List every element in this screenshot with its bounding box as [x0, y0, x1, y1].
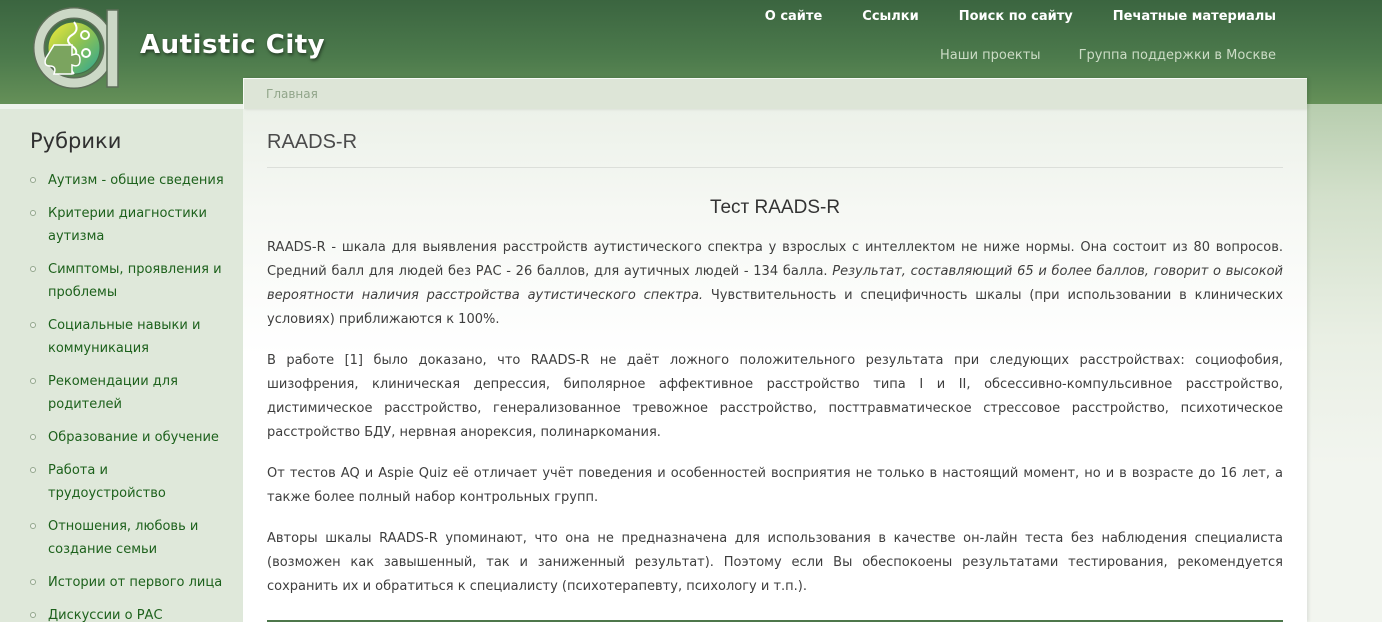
nav-about[interactable]: О сайте [765, 9, 823, 24]
main-content: RAADS-R Тест RAADS-R RAADS-R - шкала для… [243, 109, 1307, 622]
sidebar-item-parent-recommendations[interactable]: Рекомендации для родителей [30, 370, 229, 416]
sidebar-item-first-person-stories[interactable]: Истории от первого лица [30, 571, 229, 594]
bullet-icon [30, 378, 36, 384]
bullet-icon [30, 523, 36, 529]
sidebar-item-symptoms[interactable]: Симптомы, проявления и проблемы [30, 258, 229, 304]
paragraph-comparison: От тестов AQ и Aspie Quiz её отличает уч… [267, 466, 1283, 505]
nav-links[interactable]: Ссылки [862, 9, 918, 24]
sidebar-item-label[interactable]: Аутизм - общие сведения [48, 173, 224, 188]
sidebar-item-label[interactable]: Отношения, любовь и создание семьи [48, 519, 198, 557]
sidebar-item-autism-general[interactable]: Аутизм - общие сведения [30, 169, 229, 192]
breadcrumb: Главная [243, 78, 1307, 109]
sidebar-item-social-skills[interactable]: Социальные навыки и коммуникация [30, 314, 229, 360]
bullet-icon [30, 322, 36, 328]
sidebar-item-diagnostic-criteria[interactable]: Критерии диагностики аутизма [30, 202, 229, 248]
sidebar-item-label[interactable]: Работа и трудоустройство [48, 463, 166, 501]
site-title[interactable]: Autistic City [140, 30, 325, 60]
sidebar-title: Рубрики [30, 129, 122, 153]
article-title: Тест RAADS-R [709, 197, 841, 218]
sidebar-item-label[interactable]: Образование и обучение [48, 430, 219, 445]
paragraph-disclaimer: Авторы шкалы RAADS-R упоминают, что она … [267, 531, 1283, 594]
top-navigation: О сайте Ссылки Поиск по сайту Печатные м… [765, 9, 1276, 24]
nav-printed-materials[interactable]: Печатные материалы [1113, 9, 1276, 24]
nav-moscow-support-group[interactable]: Группа поддержки в Москве [1079, 48, 1276, 63]
page-title: RAADS-R [267, 109, 1283, 168]
bullet-icon [30, 177, 36, 183]
nav-our-projects[interactable]: Наши проекты [940, 48, 1041, 63]
sidebar-item-label[interactable]: Критерии диагностики аутизма [48, 206, 207, 244]
sidebar-item-education[interactable]: Образование и обучение [30, 426, 229, 449]
paragraph-intro: RAADS-R - шкала для выявления расстройст… [267, 236, 1283, 332]
sidebar-item-relationships[interactable]: Отношения, любовь и создание семьи [30, 515, 229, 561]
sidebar-list: Аутизм - общие сведения Критерии диагнос… [30, 169, 229, 622]
sidebar-item-asd-discussions[interactable]: Дискуссии о РАС [30, 604, 229, 622]
sidebar-item-employment[interactable]: Работа и трудоустройство [30, 459, 229, 505]
bullet-icon [30, 434, 36, 440]
bullet-icon [30, 266, 36, 272]
site-logo[interactable] [30, 5, 131, 97]
bullet-icon [30, 210, 36, 216]
sidebar: Рубрики Аутизм - общие сведения Критерии… [0, 104, 243, 622]
sidebar-item-label[interactable]: Симптомы, проявления и проблемы [48, 262, 222, 300]
sidebar-item-label[interactable]: Рекомендации для родителей [48, 374, 178, 412]
sidebar-item-label[interactable]: Социальные навыки и коммуникация [48, 318, 200, 356]
puzzle-a-logo-icon [33, 7, 119, 89]
paragraph-study: В работе [1] было доказано, что RAADS-R … [267, 353, 1283, 440]
sidebar-item-label[interactable]: Дискуссии о РАС [48, 608, 163, 622]
bullet-icon [30, 579, 36, 585]
breadcrumb-home-link[interactable]: Главная [266, 87, 318, 101]
bullet-icon [30, 467, 36, 473]
nav-site-search[interactable]: Поиск по сайту [959, 9, 1073, 24]
sidebar-item-label[interactable]: Истории от первого лица [48, 575, 222, 590]
bullet-icon [30, 612, 36, 618]
secondary-navigation: Наши проекты Группа поддержки в Москве [940, 48, 1276, 63]
